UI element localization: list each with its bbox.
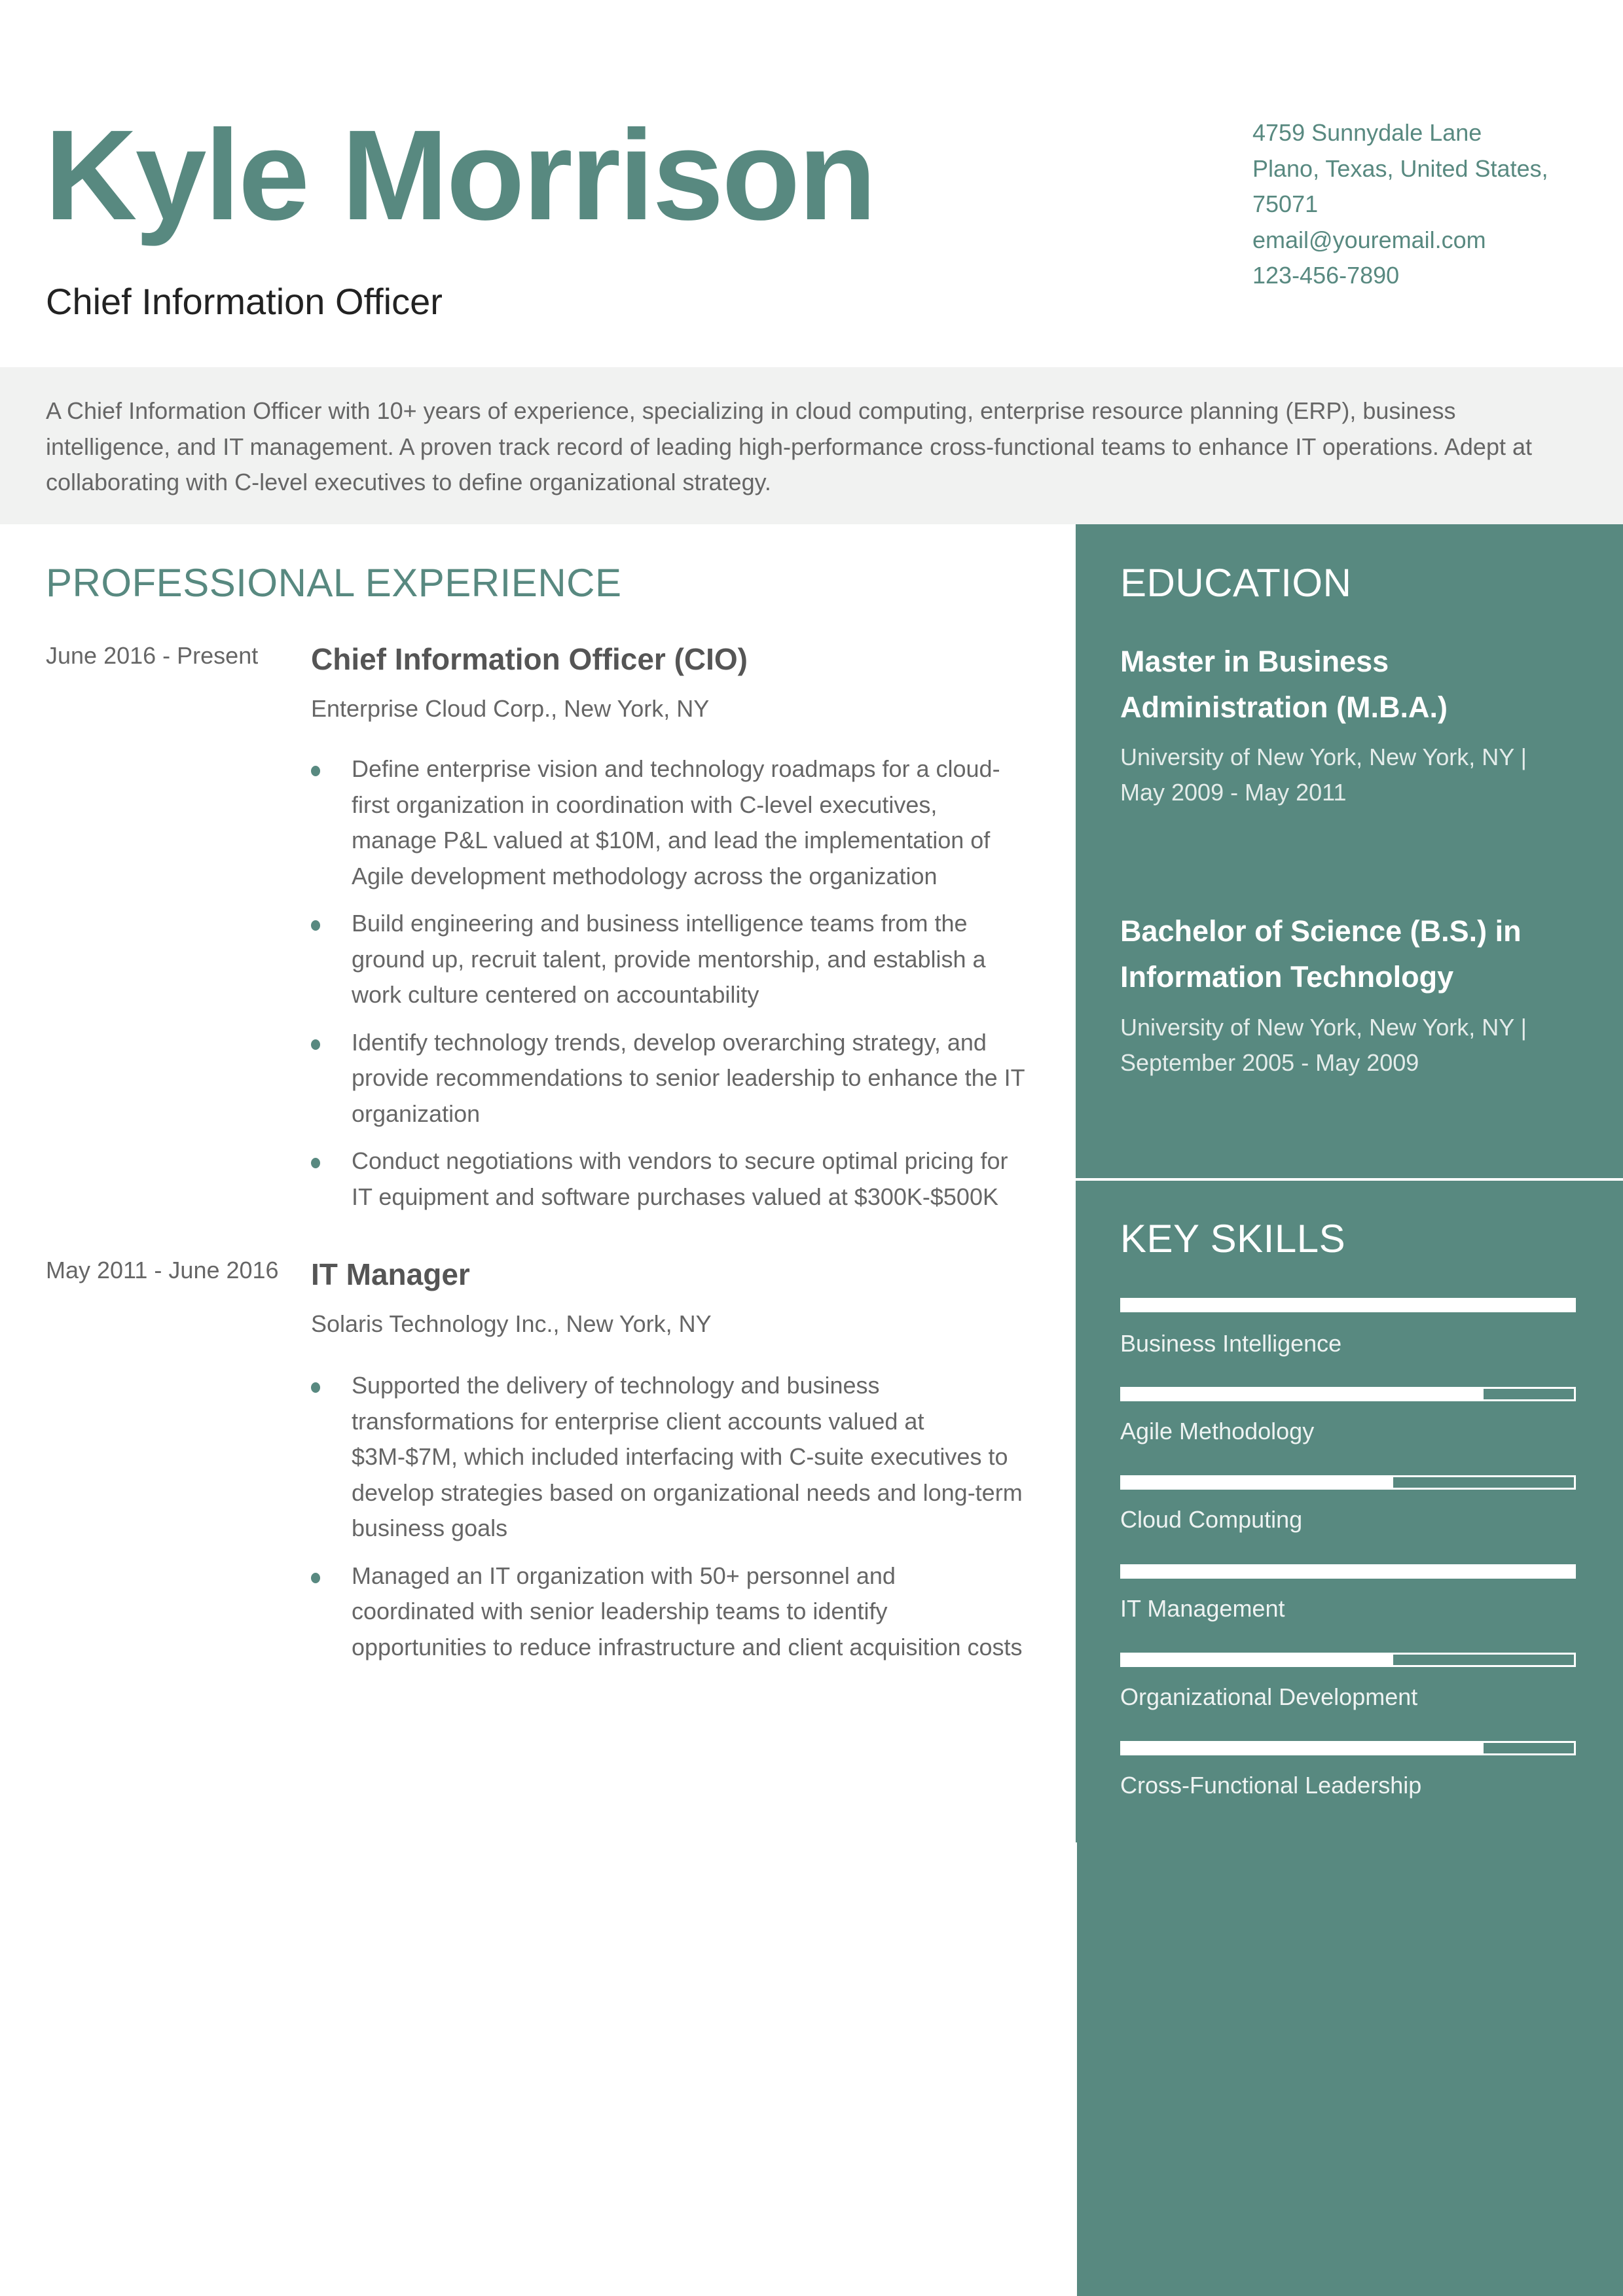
bullet-dot-icon: [311, 1039, 320, 1050]
skill-name: Agile Methodology: [1120, 1418, 1315, 1444]
bullet-text: Managed an IT organization with 50+ pers…: [352, 1562, 1023, 1660]
skill-name: Business Intelligence: [1120, 1330, 1342, 1357]
bullet-text: Define enterprise vision and technology …: [352, 755, 1000, 889]
bullet-dot-icon: [311, 1158, 320, 1168]
job-bullet: Supported the delivery of technology and…: [311, 1368, 1025, 1547]
skill-name: Cloud Computing: [1120, 1506, 1303, 1533]
job-role: IT Manager: [311, 1257, 470, 1291]
job-company: Enterprise Cloud Corp., New York, NY: [311, 695, 710, 722]
candidate-title: Chief Information Officer: [46, 281, 443, 322]
skill-level-fill: [1122, 1655, 1393, 1665]
summary-text: A Chief Information Officer with 10+ yea…: [46, 397, 1533, 495]
skill-name: IT Management: [1120, 1595, 1285, 1622]
bullet-text: Conduct negotiations with vendors to sec…: [352, 1147, 1008, 1210]
bullet-text: Supported the delivery of technology and…: [352, 1372, 1023, 1541]
job-bullet: Conduct negotiations with vendors to sec…: [311, 1143, 1025, 1215]
skill-level-fill: [1122, 1566, 1574, 1577]
bullet-dot-icon: [311, 1382, 320, 1393]
address-line-1: 4759 Sunnydale Lane: [1252, 119, 1482, 146]
sidebar-panel-lower: [1077, 1842, 1623, 2296]
skill-level-bar: [1120, 1741, 1576, 1755]
contact-info: 4759 Sunnydale Lane Plano, Texas, United…: [1252, 115, 1593, 294]
address-line-2: Plano, Texas, United States,: [1252, 154, 1548, 182]
degree-title: Master in Business Administration (M.B.A…: [1120, 645, 1448, 724]
skill-name: Cross-Functional Leadership: [1120, 1772, 1422, 1799]
school-details: University of New York, New York, NY | M…: [1120, 744, 1527, 806]
school-details: University of New York, New York, NY | S…: [1120, 1014, 1527, 1076]
job-bullet: Identify technology trends, develop over…: [311, 1025, 1025, 1132]
skill-level-bar: [1120, 1653, 1576, 1667]
skill-level-bar: [1120, 1475, 1576, 1490]
bullet-dot-icon: [311, 766, 320, 776]
email-link[interactable]: email@youremail.com: [1252, 223, 1593, 259]
job-bullet: Define enterprise vision and technology …: [311, 751, 1025, 894]
candidate-name: Kyle Morrison: [45, 103, 877, 247]
experience-heading: PROFESSIONAL EXPERIENCE: [46, 561, 622, 605]
degree-title: Bachelor of Science (B.S.) in Informatio…: [1120, 914, 1522, 994]
skill-level-fill: [1122, 1300, 1574, 1310]
skill-level-fill: [1122, 1389, 1484, 1399]
skills-heading: KEY SKILLS: [1120, 1217, 1346, 1261]
education-heading: EDUCATION: [1120, 561, 1352, 605]
sidebar-divider: [1076, 1178, 1623, 1181]
job-bullets: Supported the delivery of technology and…: [311, 1368, 1025, 1677]
skill-name: Organizational Development: [1120, 1683, 1418, 1710]
job-bullets: Define enterprise vision and technology …: [311, 751, 1025, 1227]
bullet-dot-icon: [311, 1572, 320, 1583]
phone-number: 123-456-7890: [1252, 262, 1400, 289]
bullet-text: Identify technology trends, develop over…: [352, 1028, 1025, 1127]
skill-level-bar: [1120, 1298, 1576, 1312]
job-role: Chief Information Officer (CIO): [311, 642, 748, 676]
job-dates: June 2016 - Present: [46, 642, 259, 669]
job-bullet: Managed an IT organization with 50+ pers…: [311, 1558, 1025, 1666]
skill-level-fill: [1122, 1743, 1484, 1753]
job-dates: May 2011 - June 2016: [46, 1257, 279, 1283]
bullet-text: Build engineering and business intellige…: [352, 910, 986, 1008]
skill-level-bar: [1120, 1564, 1576, 1579]
bullet-dot-icon: [311, 920, 320, 931]
job-company: Solaris Technology Inc., New York, NY: [311, 1310, 712, 1337]
job-bullet: Build engineering and business intellige…: [311, 906, 1025, 1013]
summary-section: A Chief Information Officer with 10+ yea…: [0, 367, 1623, 524]
address-line-3: 75071: [1252, 190, 1319, 217]
skill-level-fill: [1122, 1477, 1393, 1488]
skill-level-bar: [1120, 1387, 1576, 1401]
